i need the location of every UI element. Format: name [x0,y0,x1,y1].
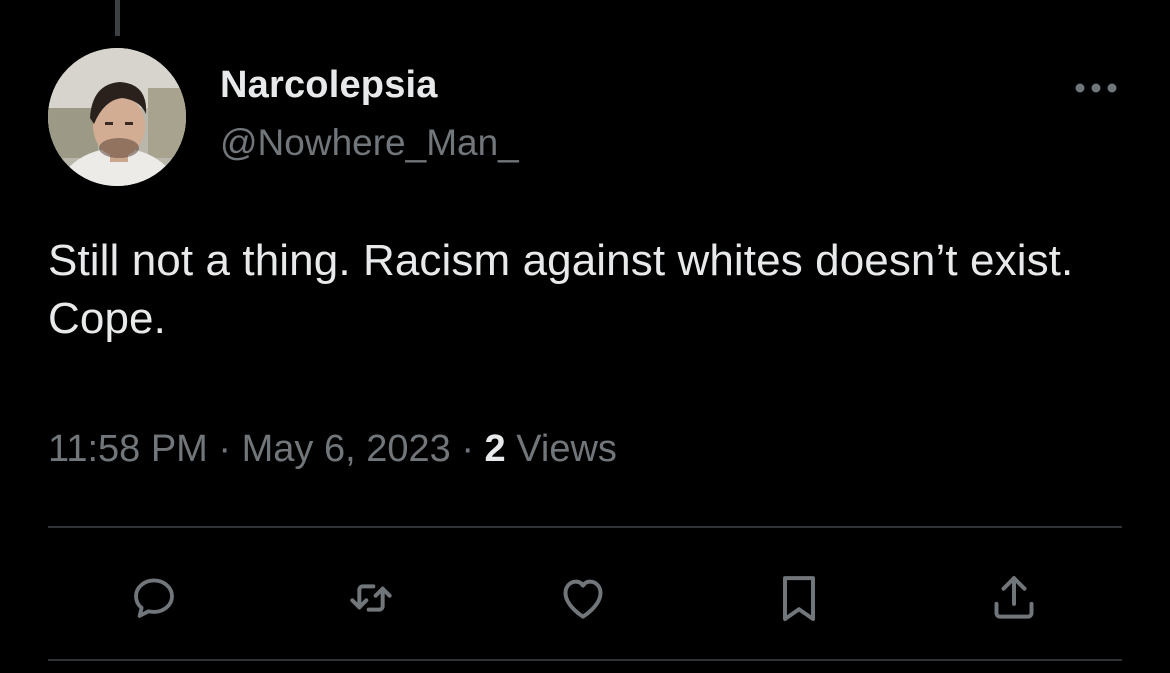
tweet-date[interactable]: May 6, 2023 [242,428,451,470]
bookmark-button[interactable] [771,570,827,626]
thread-connector-line [115,0,120,36]
meta-separator: · [461,428,474,470]
more-options-button[interactable] [1070,70,1122,106]
reply-icon [134,578,174,618]
tweet-metadata: 11:58 PM · May 6, 2023 · 2 Views [48,428,617,471]
author-display-name[interactable]: Narcolepsia [220,64,438,107]
share-icon [994,576,1034,619]
avatar-photo [48,48,186,186]
divider [48,659,1122,661]
retweet-button[interactable] [343,570,399,626]
avatar[interactable] [48,48,186,186]
like-button[interactable] [555,570,611,626]
more-dots-icon [1075,83,1117,93]
retweet-icon [350,584,392,612]
share-button[interactable] [986,570,1042,626]
tweet-text: Still not a thing. Racism against whites… [48,236,1074,343]
bookmark-icon [783,576,815,621]
divider [48,526,1122,528]
meta-separator: · [218,428,232,470]
views-count[interactable]: 2 [485,428,506,470]
tweet-time[interactable]: 11:58 PM [48,428,208,470]
heart-icon [563,579,603,619]
reply-button[interactable] [126,570,182,626]
author-handle[interactable]: @Nowhere_Man_ [220,122,519,164]
views-label[interactable]: Views [516,428,617,470]
